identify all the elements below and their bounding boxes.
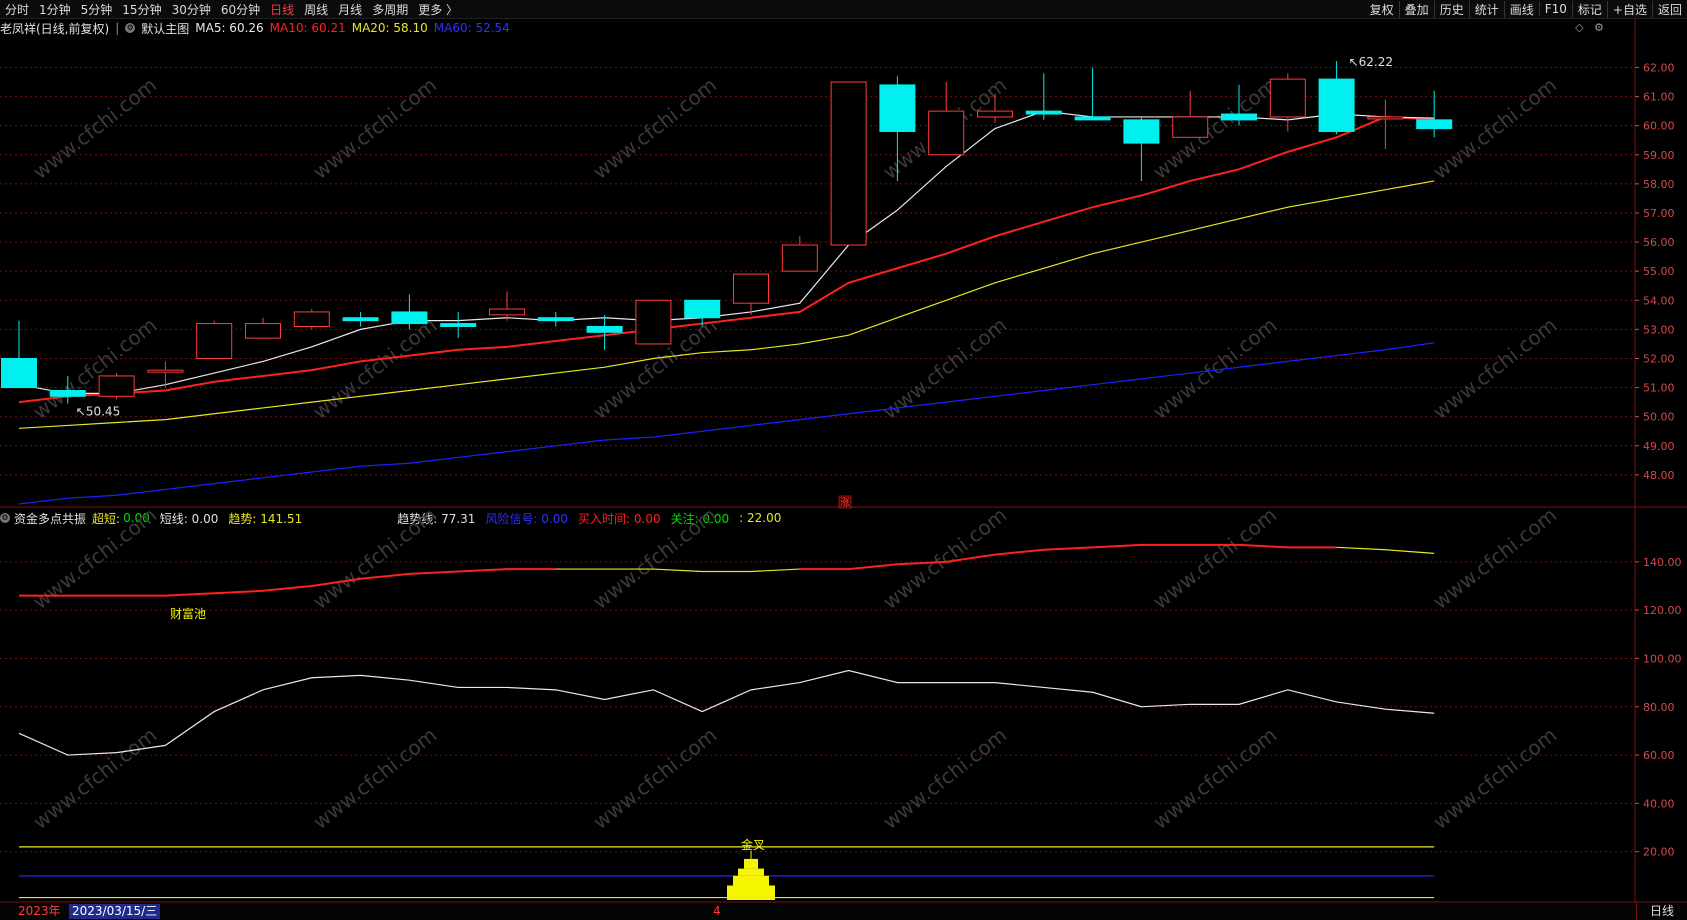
- high-price-label: ↖62.22: [1349, 55, 1393, 69]
- price-tick-label: 58.00: [1643, 178, 1675, 191]
- selected-date[interactable]: 2023/03/15/三: [69, 904, 161, 919]
- watermark-text: www.cfchi.com: [588, 503, 721, 614]
- signal-bar: [738, 868, 764, 876]
- date-year: 2023年: [18, 904, 61, 918]
- watermark-text: www.cfchi.com: [1148, 723, 1281, 834]
- candle-down: [586, 325, 623, 333]
- candle-up: [1269, 78, 1306, 118]
- watermark-text: www.cfchi.com: [308, 313, 441, 424]
- chart-canvas[interactable]: www.cfchi.com www.cfchi.com www.cfchi.com w…: [0, 0, 1687, 920]
- price-tick-label: 52.00: [1643, 352, 1675, 365]
- signal-bar: [744, 858, 758, 869]
- watermark-text: www.cfchi.com: [878, 723, 1011, 834]
- price-tick-label: 51.00: [1643, 382, 1675, 395]
- candle-up: [245, 323, 281, 339]
- watermark-text: www.cfchi.com: [28, 503, 161, 614]
- candle-down: [879, 84, 916, 132]
- indicator-tick-label: 120.00: [1643, 604, 1682, 617]
- price-tick-label: 56.00: [1643, 236, 1675, 249]
- candle-up: [781, 244, 818, 272]
- watermark-text: www.cfchi.com: [308, 723, 441, 834]
- watermark-text: www.cfchi.com: [878, 313, 1011, 424]
- candle-up: [977, 110, 1013, 118]
- date-bar: 2023年 2023/03/15/三 4 日线: [0, 903, 1687, 920]
- price-tick-label: 49.00: [1643, 440, 1675, 453]
- low-price-label: ↖50.45: [76, 405, 120, 419]
- watermark-text: www.cfchi.com: [308, 73, 441, 184]
- price-tick-label: 53.00: [1643, 323, 1675, 336]
- trend-line-yellow: [555, 568, 800, 573]
- candle-down: [1025, 110, 1062, 115]
- candle-up: [1172, 116, 1209, 138]
- candle-down: [1416, 119, 1453, 130]
- watermark-text: www.cfchi.com: [1148, 313, 1281, 424]
- candle-up: [196, 323, 233, 359]
- period-badge[interactable]: 日线: [1636, 903, 1687, 920]
- price-axes: 48.00 49.00 50.00 51.00 52.00 53.00 54.00 55.00…: [1635, 61, 1682, 859]
- price-tick-label: 62.00: [1643, 61, 1675, 74]
- indicator-tick-label: 40.00: [1643, 797, 1675, 810]
- candle-up: [489, 308, 525, 316]
- price-tick-label: 61.00: [1643, 91, 1675, 104]
- month-tick: 4: [713, 904, 721, 918]
- candle-down: [1123, 119, 1160, 144]
- trend-line-yellow: [1336, 546, 1435, 554]
- candle-down: [49, 390, 86, 397]
- candle-down: [684, 299, 721, 319]
- candle-down: [391, 311, 428, 325]
- candle-up: [147, 369, 184, 373]
- indicator-chart: 金叉 财富池: [18, 543, 1435, 900]
- candle-up: [98, 375, 135, 397]
- trend-line: [799, 543, 1337, 571]
- price-tick-label: 59.00: [1643, 149, 1675, 162]
- jincha-label: 金叉: [741, 837, 765, 852]
- watermark-text: www.cfchi.com: [1428, 723, 1561, 834]
- watermark-text: www.cfchi.com: [1148, 73, 1281, 184]
- candle-up: [733, 273, 769, 304]
- indicator-tick-label: 60.00: [1643, 749, 1675, 762]
- price-tick-label: 50.00: [1643, 411, 1675, 424]
- candle-down: [440, 323, 477, 327]
- candle-up: [830, 81, 867, 246]
- qushixian-line: [18, 669, 1435, 756]
- watermarks: www.cfchi.com www.cfchi.com www.cfchi.com w…: [28, 73, 1561, 834]
- candle-down: [1221, 113, 1257, 121]
- price-tick-label: 54.00: [1643, 294, 1675, 307]
- price-tick-label: 60.00: [1643, 120, 1675, 133]
- ma20-line: [18, 180, 1435, 429]
- candle-down: [537, 317, 574, 322]
- indicator-tick-label: 80.00: [1643, 701, 1675, 714]
- price-tick-label: 48.00: [1643, 469, 1675, 482]
- price-tick-label: 57.00: [1643, 207, 1675, 220]
- candle-up: [1367, 116, 1404, 120]
- watermark-text: www.cfchi.com: [1148, 503, 1281, 614]
- candle-up: [635, 299, 672, 345]
- watermark-text: www.cfchi.com: [308, 503, 441, 614]
- candle-up: [293, 311, 330, 327]
- watermark-text: www.cfchi.com: [1428, 503, 1561, 614]
- watermark-text: www.cfchi.com: [588, 723, 721, 834]
- trend-line: [19, 568, 556, 597]
- candle-up: [928, 110, 965, 156]
- watermark-text: www.cfchi.com: [28, 723, 161, 834]
- indicator-tick-label: 140.00: [1643, 556, 1682, 569]
- caifuchi-label: 财富池: [170, 606, 206, 621]
- watermark-text: www.cfchi.com: [1428, 313, 1561, 424]
- candle-down: [1, 357, 37, 389]
- zhang-label: 涨: [840, 497, 850, 509]
- indicator-tick-label: 100.00: [1643, 652, 1682, 665]
- signal-bar: [727, 885, 775, 900]
- watermark-text: www.cfchi.com: [878, 503, 1011, 614]
- price-tick-label: 55.00: [1643, 265, 1675, 278]
- watermark-text: www.cfchi.com: [588, 73, 721, 184]
- indicator-tick-label: 20.00: [1643, 846, 1675, 859]
- candle-down: [342, 317, 379, 322]
- candle-down: [1318, 78, 1355, 132]
- watermark-text: www.cfchi.com: [28, 73, 161, 184]
- signal-bar: [733, 875, 769, 886]
- candle-down: [1074, 116, 1111, 121]
